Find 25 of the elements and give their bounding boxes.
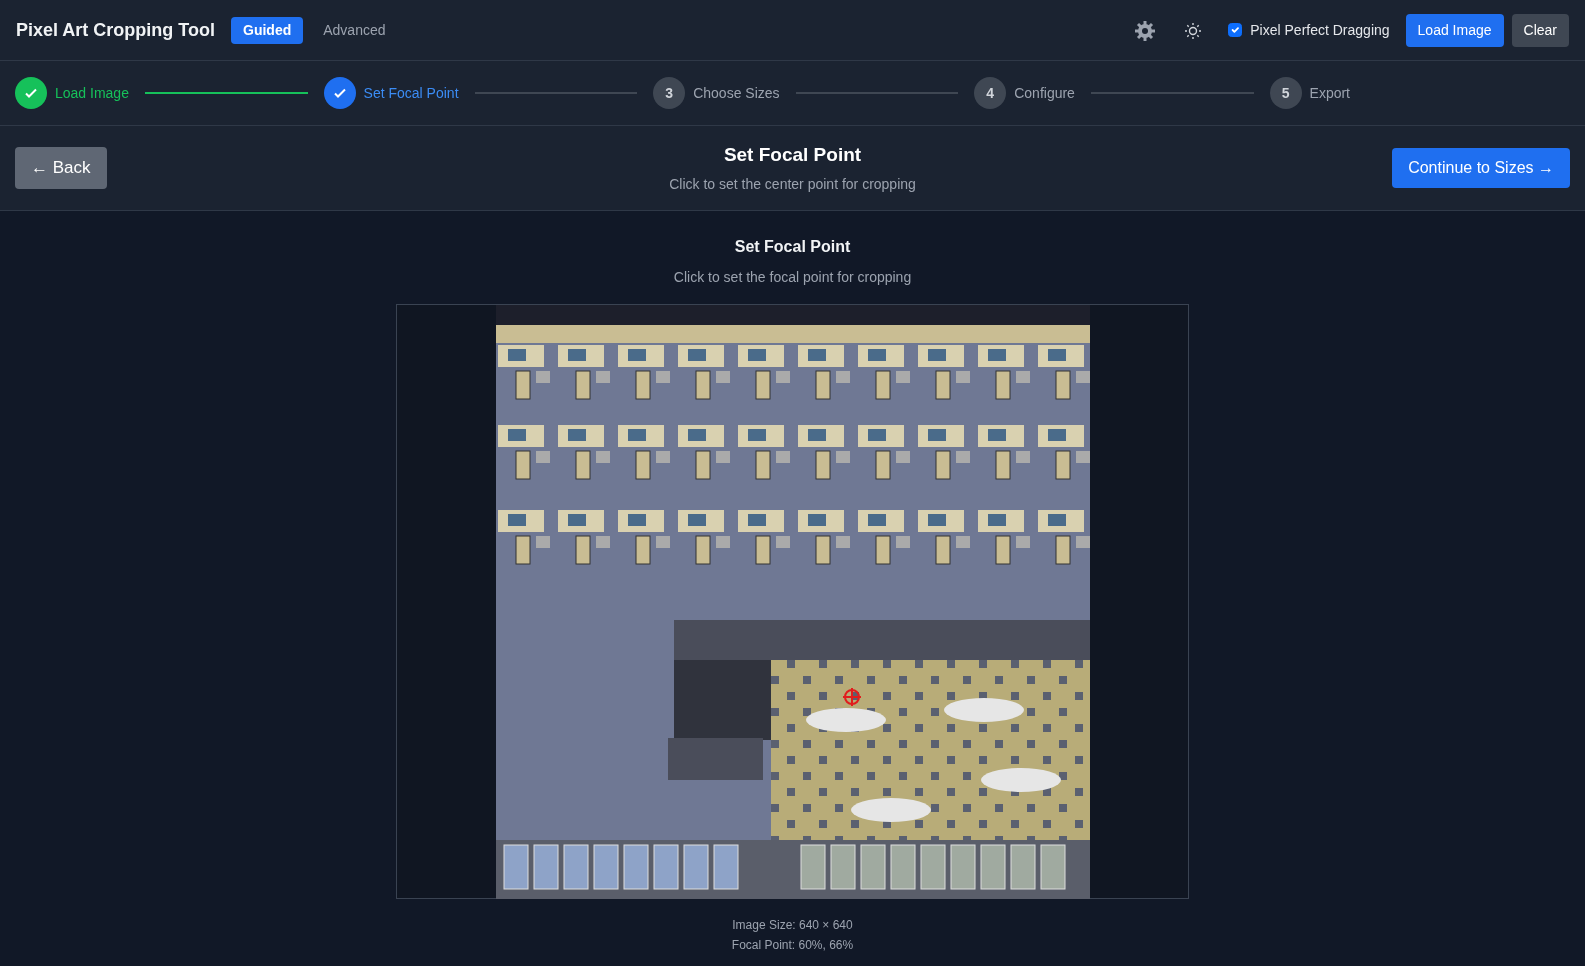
pixel-art-office-image[interactable] (495, 305, 1090, 899)
mode-tab[interactable]: Guided (231, 16, 304, 44)
continue-button[interactable]: Continue to Sizes → (1392, 148, 1570, 188)
step-label: Set Focal Point (363, 83, 459, 103)
step-label: Load Image (55, 83, 129, 103)
clear-button[interactable]: Clear (1511, 13, 1569, 47)
step-label: Export (1309, 83, 1350, 103)
app-title: Pixel Art Cropping Tool (16, 18, 215, 42)
step-label: Choose Sizes (693, 83, 780, 103)
step-label: Configure (1014, 83, 1075, 103)
panel-title: Set Focal Point (734, 237, 851, 257)
step-number: 3 (653, 77, 686, 109)
focal-point-marker-icon[interactable] (841, 687, 862, 708)
mode-tab[interactable]: Advanced (311, 16, 398, 44)
step-subtitle: Click to set the center point for cropping (668, 174, 917, 194)
step-number: 4 (974, 77, 1007, 109)
image-size-text: Image Size: 640 × 640 (732, 917, 853, 934)
panel-subtitle: Click to set the focal point for cropping (673, 268, 912, 287)
step-number: 5 (1269, 77, 1302, 109)
pixel-perfect-label: Pixel Perfect Dragging (1250, 20, 1390, 40)
focal-point-text: Focal Point: 60%, 66% (731, 937, 854, 954)
pixel-perfect-checkbox[interactable] (1228, 23, 1243, 37)
back-button[interactable]: ← Back (15, 147, 107, 189)
step-title: Set Focal Point (722, 143, 863, 168)
load-image-button[interactable]: Load Image (1405, 13, 1504, 47)
